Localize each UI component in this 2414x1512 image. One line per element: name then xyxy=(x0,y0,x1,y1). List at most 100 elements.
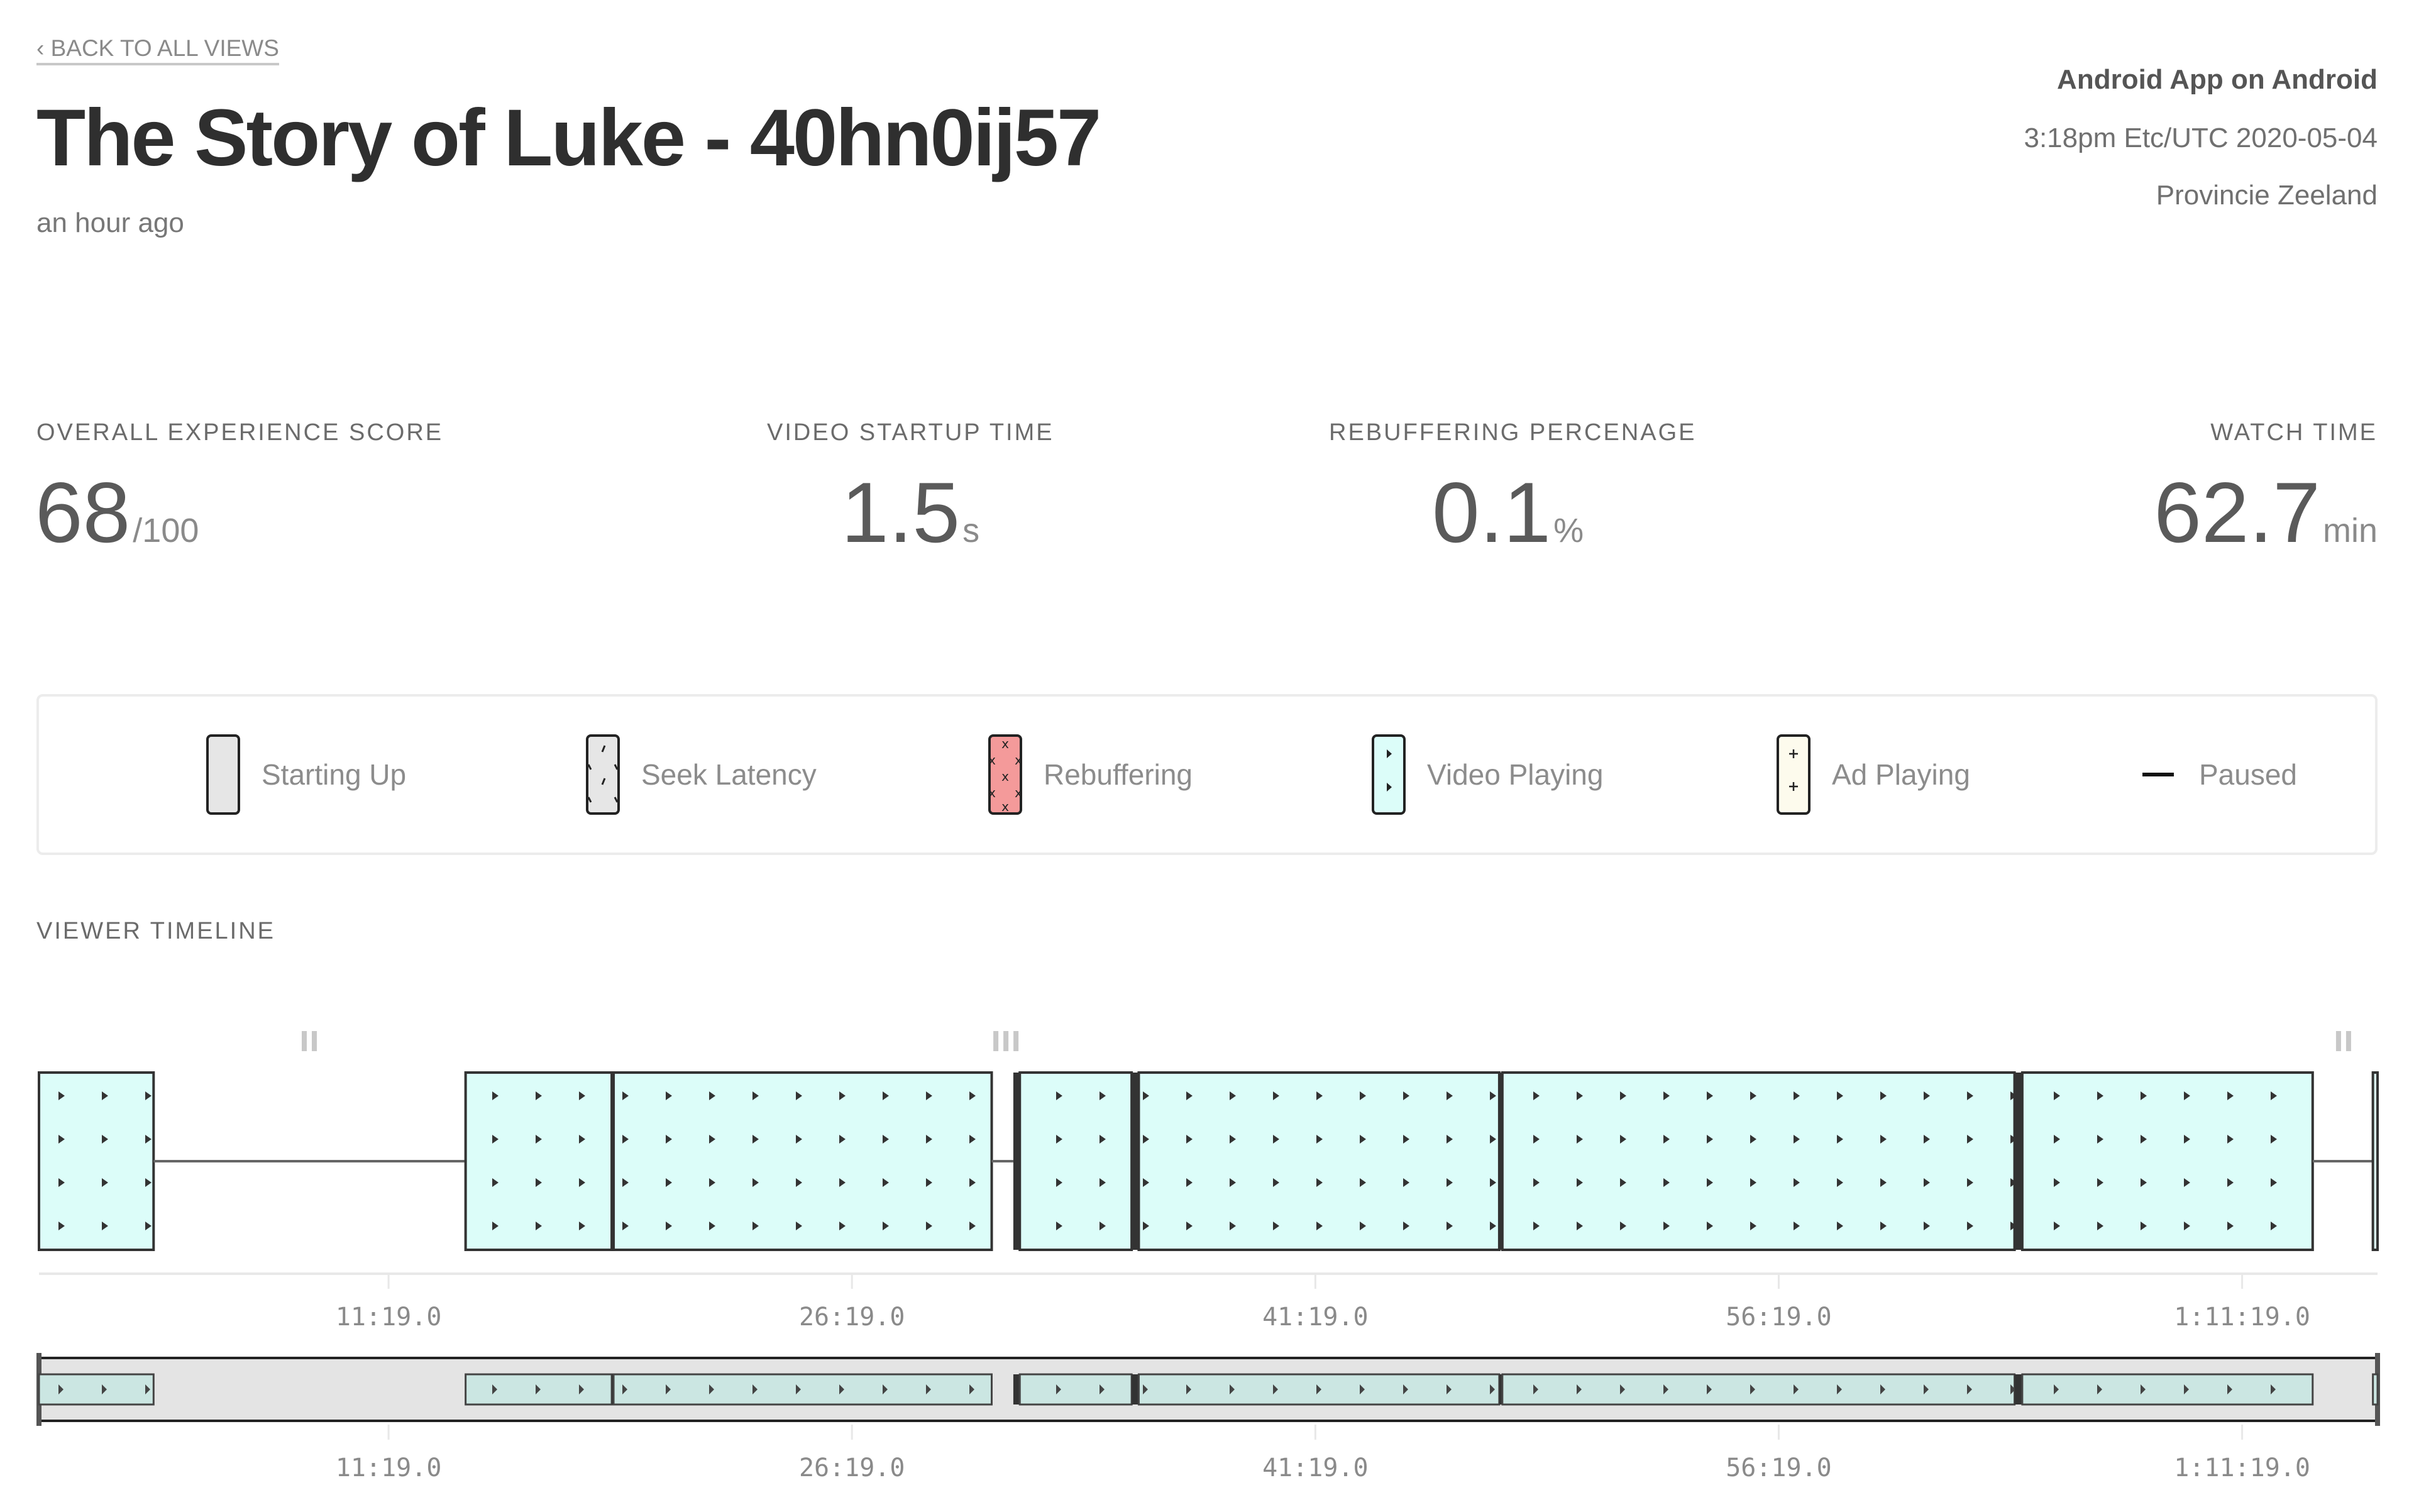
pause-marker-icon[interactable] xyxy=(993,1031,1019,1051)
metric-value-startup-time: 1.5s xyxy=(841,462,979,581)
metric-label-startup-time: VIDEO STARTUP TIME xyxy=(767,419,1054,446)
metric-value-rebuffering: 0.1% xyxy=(1432,462,1584,581)
metric-unit: % xyxy=(1553,512,1584,549)
pause-bar xyxy=(2335,1031,2341,1051)
overview-axis-tick-label: 41:19.0 xyxy=(1262,1454,1369,1482)
viewer-timeline-title: VIEWER TIMELINE xyxy=(36,918,276,944)
play-arrows-pattern xyxy=(2373,1073,2378,1250)
svg-text:x: x xyxy=(1015,753,1020,768)
paused-dash-icon xyxy=(2142,773,2174,776)
rebuffering-swatch-icon: xxx xx xx xyxy=(988,734,1022,815)
overview-seek-segment xyxy=(1013,1374,1020,1404)
overview-scrubber-track[interactable] xyxy=(36,1353,2380,1426)
metric-value-experience-score: 68/100 xyxy=(35,462,199,581)
timeline-legend: Starting Up Seek Latency xxx xx xx Rebuf… xyxy=(36,694,2378,855)
back-to-all-views-link[interactable]: ‹ BACK TO ALL VIEWS xyxy=(36,35,279,65)
metric-label-experience-score: OVERALL EXPERIENCE SCORE xyxy=(36,419,444,446)
pause-bar xyxy=(301,1031,307,1051)
overview-playing-segment xyxy=(1018,1373,1133,1406)
overview-playing-segment xyxy=(38,1373,155,1406)
axis-tick-label: 41:19.0 xyxy=(1262,1303,1369,1332)
svg-text:x: x xyxy=(991,753,996,768)
legend-item-video-playing: Video Playing xyxy=(1372,697,1603,853)
overview-axis-tick-label: 11:19.0 xyxy=(336,1454,442,1482)
legend-label: Rebuffering xyxy=(1044,758,1193,791)
metric-unit: min xyxy=(2322,512,2378,549)
legend-label: Starting Up xyxy=(262,758,407,791)
play-arrows-pattern xyxy=(2022,1073,2313,1250)
playing-segment[interactable] xyxy=(2020,1071,2314,1251)
overview-axis-tick-label: 26:19.0 xyxy=(799,1454,905,1482)
pause-marker-icon[interactable] xyxy=(2335,1031,2351,1051)
pause-marker-icon[interactable] xyxy=(301,1031,317,1051)
metric-label-rebuffering: REBUFFERING PERCENAGE xyxy=(1329,419,1697,446)
time-ago: an hour ago xyxy=(36,207,184,238)
seek-latency-swatch-icon xyxy=(586,734,620,815)
overview-play-arrows xyxy=(2373,1374,2378,1404)
overview-playing-segment xyxy=(2372,1373,2379,1406)
svg-text:x: x xyxy=(1001,737,1009,751)
legend-item-starting-up: Starting Up xyxy=(206,697,406,853)
overview-playing-segment xyxy=(465,1373,613,1406)
main-timeline-axis: 11:19.0 26:19.0 41:19.0 56:19.0 1:11:19.0 xyxy=(39,1272,2378,1332)
legend-item-ad-playing: Ad Playing xyxy=(1777,697,1970,853)
overview-timeline-axis: 11:19.0 26:19.0 41:19.0 56:19.0 1:11:19.0 xyxy=(336,1425,2310,1482)
metric-label-watch-time: WATCH TIME xyxy=(2210,419,2378,446)
playing-segment[interactable] xyxy=(612,1071,993,1251)
overview-play-arrows xyxy=(614,1374,992,1404)
overview-seek-segment xyxy=(1132,1374,1139,1404)
metric-number: 1.5 xyxy=(841,465,961,560)
pause-bar xyxy=(2345,1031,2351,1051)
playing-segment[interactable] xyxy=(1018,1071,1133,1251)
video-playing-swatch-icon xyxy=(1372,734,1406,815)
pause-bar xyxy=(1013,1031,1019,1051)
legend-label: Ad Playing xyxy=(1832,758,1970,791)
svg-text:x: x xyxy=(1001,799,1009,812)
main-timeline-track[interactable] xyxy=(38,1071,2379,1251)
playing-segment[interactable] xyxy=(464,1071,614,1251)
overview-playing-segment xyxy=(612,1373,993,1406)
playing-segment[interactable] xyxy=(1137,1071,1501,1251)
legend-label: Seek Latency xyxy=(641,758,817,791)
axis-tick-label: 1:11:19.0 xyxy=(2174,1303,2310,1332)
play-arrows-pattern xyxy=(1138,1073,1499,1250)
overview-seek-segment xyxy=(2014,1374,2022,1404)
legend-item-seek-latency: Seek Latency xyxy=(586,697,817,853)
pause-bar xyxy=(993,1031,999,1051)
metric-number: 0.1 xyxy=(1432,465,1551,560)
viewer-timeline-chart[interactable]: 11:19.0 26:19.0 41:19.0 56:19.0 1:11:19.0 11… xyxy=(0,1006,2414,1512)
playing-segment[interactable] xyxy=(2371,1071,2379,1251)
play-arrows-pattern xyxy=(465,1073,612,1250)
play-arrows-pattern xyxy=(1502,1073,2015,1250)
metric-unit: /100 xyxy=(133,512,199,549)
pause-bar xyxy=(311,1031,317,1051)
view-location: Provincie Zeeland xyxy=(2156,180,2378,211)
overview-play-arrows xyxy=(2022,1374,2313,1404)
legend-item-rebuffering: xxx xx xx Rebuffering xyxy=(988,697,1193,853)
overview-play-arrows xyxy=(465,1374,612,1404)
overview-axis-tick-label: 1:11:19.0 xyxy=(2174,1454,2310,1482)
playing-segment[interactable] xyxy=(1501,1071,2016,1251)
overview-axis-tick-label: 56:19.0 xyxy=(1726,1454,1832,1482)
overview-play-arrows xyxy=(1020,1374,1132,1404)
device-info: Android App on Android xyxy=(2057,64,2378,95)
legend-label: Video Playing xyxy=(1427,758,1604,791)
page-title: The Story of Luke - 40hn0ij57 xyxy=(36,93,1101,183)
overview-playing-segment xyxy=(1501,1373,2016,1406)
overview-playing-segment xyxy=(1137,1373,1501,1406)
pause-markers xyxy=(301,1031,2351,1051)
metric-number: 62.7 xyxy=(2154,465,2320,560)
svg-text:x: x xyxy=(1001,769,1009,784)
legend-item-paused: Paused xyxy=(2142,697,2297,853)
view-datetime: 3:18pm Etc/UTC 2020-05-04 xyxy=(2024,123,2378,153)
overview-playing-segment xyxy=(2021,1373,2314,1406)
svg-text:x: x xyxy=(991,785,996,800)
axis-tick-label: 26:19.0 xyxy=(799,1303,905,1332)
play-arrows-pattern xyxy=(39,1073,154,1250)
overview-play-arrows xyxy=(1138,1374,1499,1404)
playing-segment[interactable] xyxy=(38,1071,155,1251)
play-arrows-pattern xyxy=(1020,1073,1132,1250)
svg-text:x: x xyxy=(1015,785,1020,800)
pause-bar xyxy=(1003,1031,1009,1051)
axis-tick-label: 11:19.0 xyxy=(336,1303,442,1332)
